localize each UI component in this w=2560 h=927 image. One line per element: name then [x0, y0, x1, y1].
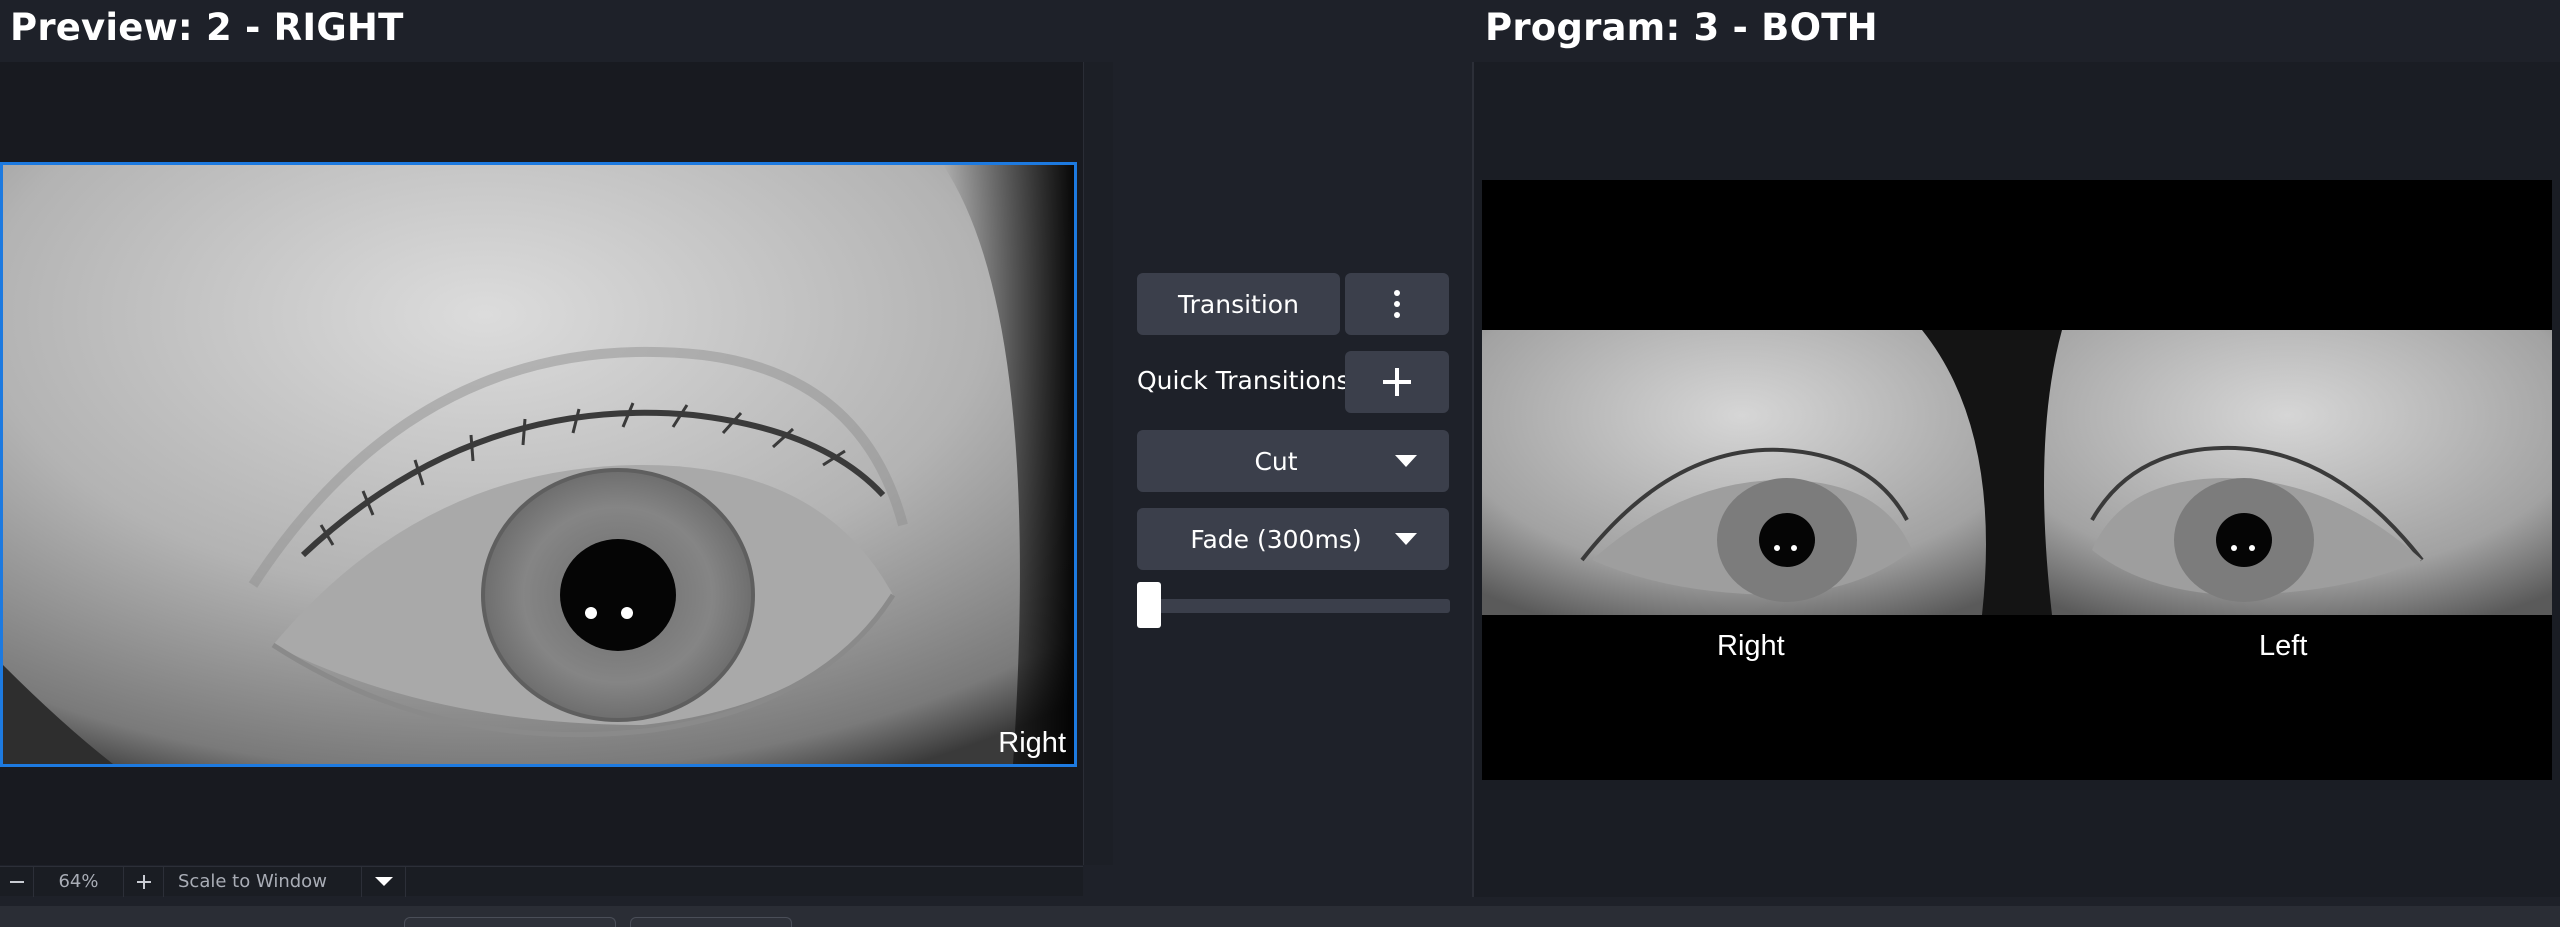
cut-transition-button[interactable]: Cut — [1137, 430, 1449, 492]
vertical-dots-icon — [1394, 290, 1400, 318]
program-video[interactable]: Right Left — [1482, 180, 2552, 780]
preview-eye-label: Right — [998, 727, 1066, 759]
dock-tab[interactable] — [404, 917, 616, 927]
zoom-out-button[interactable] — [0, 866, 34, 897]
transition-button[interactable]: Transition — [1137, 273, 1340, 335]
minus-icon — [9, 880, 24, 883]
fade-transition-button[interactable]: Fade (300ms) — [1137, 508, 1449, 570]
program-left-eye-label: Left — [2259, 630, 2308, 662]
plus-icon — [136, 874, 151, 889]
scale-mode-dropdown-button[interactable] — [362, 866, 406, 897]
preview-scrollbar[interactable] — [1083, 62, 1113, 865]
program-right-eye-label: Right — [1717, 630, 1785, 662]
quick-transitions-label: Quick Transitions — [1137, 366, 1350, 395]
eye-closeup-image — [3, 165, 1074, 764]
scale-mode-select[interactable]: Scale to Window — [164, 866, 362, 897]
t-bar-track[interactable] — [1138, 599, 1450, 613]
program-title: Program: 3 - BOTH — [1485, 6, 1878, 49]
chevron-down-icon — [374, 877, 393, 886]
preview-title: Preview: 2 - RIGHT — [10, 6, 404, 49]
zoom-level: 64% — [34, 866, 124, 897]
zoom-in-button[interactable] — [124, 866, 164, 897]
add-quick-transition-button[interactable] — [1345, 351, 1449, 413]
both-eyes-image — [1482, 180, 2552, 780]
preview-video[interactable]: Right — [0, 162, 1077, 767]
bottom-dock-strip — [0, 906, 2560, 927]
cut-label: Cut — [1254, 446, 1298, 476]
fade-label: Fade (300ms) — [1190, 524, 1362, 554]
chevron-down-icon[interactable] — [1395, 455, 1417, 467]
chevron-down-icon[interactable] — [1395, 533, 1417, 545]
zoom-toolbar: 64% Scale to Window — [0, 866, 1083, 897]
dock-tab[interactable] — [630, 917, 792, 927]
transition-menu-button[interactable] — [1345, 273, 1449, 335]
t-bar-handle[interactable] — [1137, 582, 1161, 628]
plus-icon — [1383, 368, 1411, 396]
